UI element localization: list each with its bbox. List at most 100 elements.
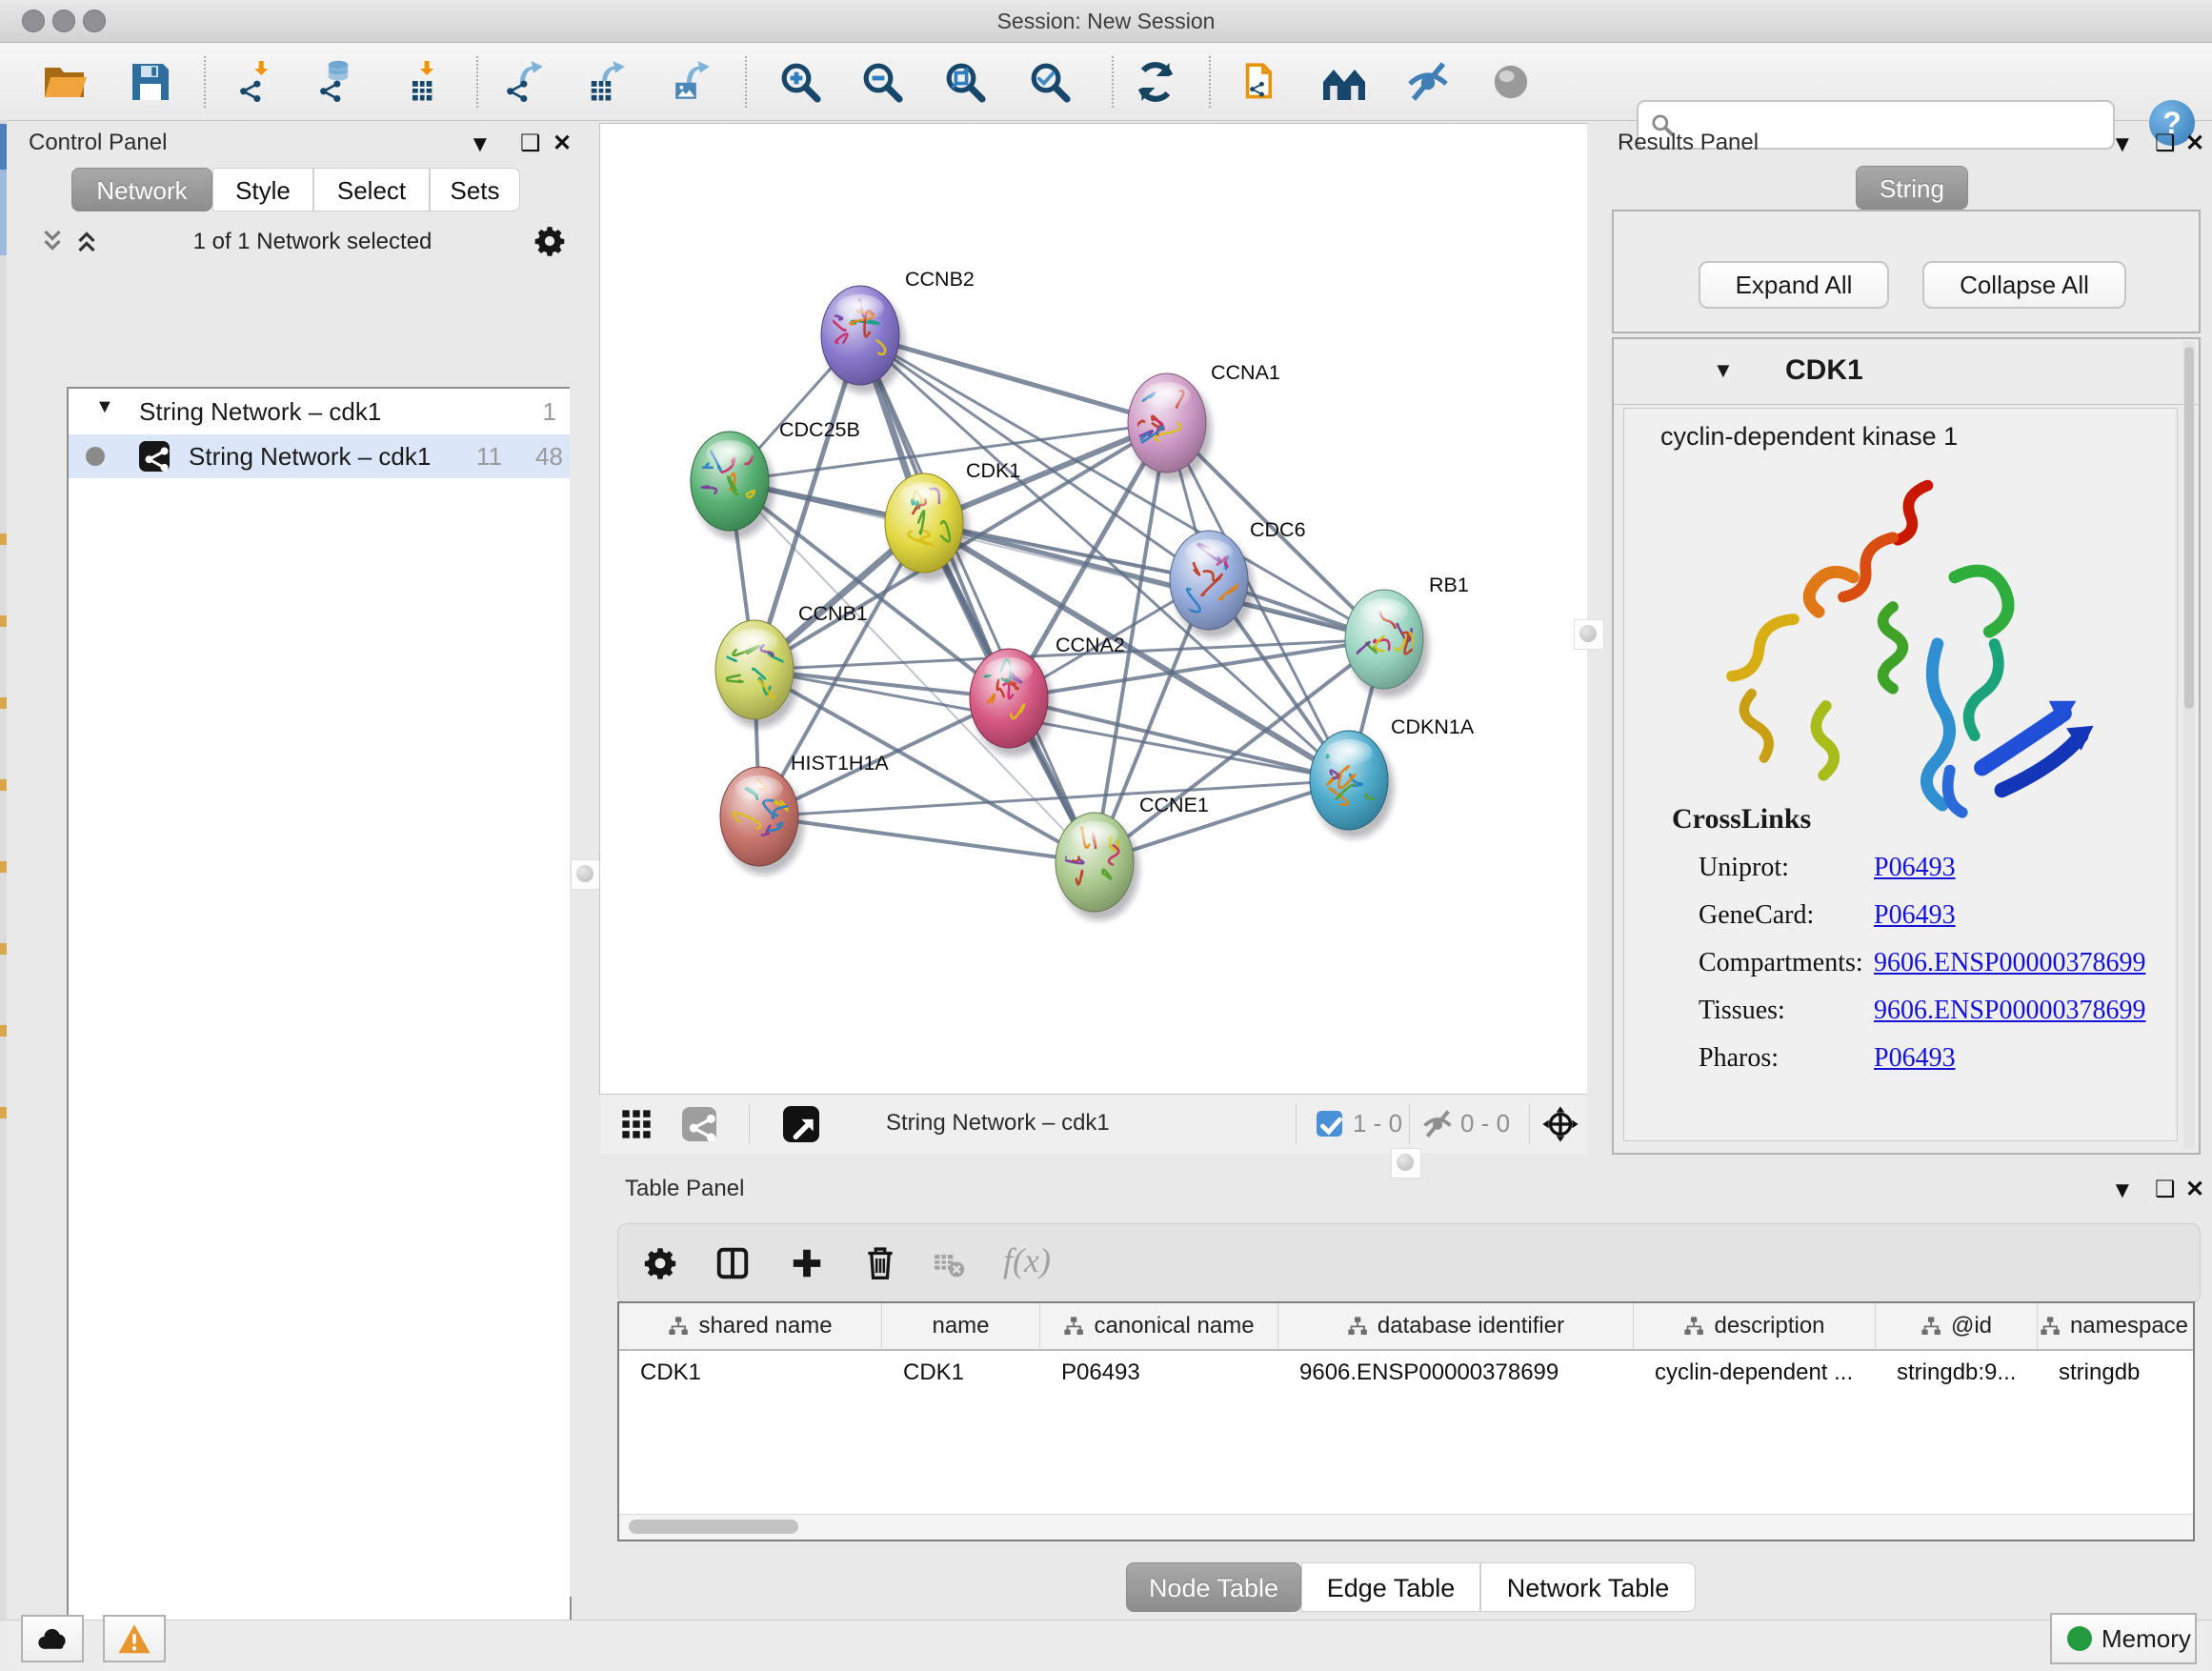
zoom-in-icon[interactable] [777,59,823,105]
collapse-all-button[interactable]: Collapse All [1922,261,2126,309]
memory-button[interactable]: Memory [2050,1613,2197,1664]
network-node-CDKN1A[interactable]: CDKN1A [1310,715,1475,838]
tree-expander-icon[interactable]: ▼ [95,396,114,418]
network-node-CDC25B[interactable]: CDC25B [691,418,860,539]
results-panel-menu-icon[interactable]: ▼ [2111,131,2134,158]
network-node-CCNA2[interactable]: CCNA2 [970,634,1125,756]
network-node-CCNE1[interactable]: CCNE1 [1056,794,1209,920]
cell-shared-name[interactable]: CDK1 [619,1351,882,1395]
export-table-icon[interactable] [584,59,630,105]
results-scrollbar-thumb[interactable] [2184,347,2194,709]
tab-style[interactable]: Style [212,168,313,211]
tab-edge-table[interactable]: Edge Table [1301,1562,1480,1612]
network-node-CDC6[interactable]: CDC6 [1170,518,1306,638]
cell-name[interactable]: CDK1 [882,1351,1040,1395]
import-network-from-database-icon[interactable] [315,59,361,105]
expand-all-networks-icon[interactable] [72,227,101,255]
import-network-from-file-icon[interactable] [235,59,281,105]
results-scrollbar[interactable] [2183,341,2195,1149]
show-all-icon[interactable] [1488,59,1534,105]
selected-checkbox-icon[interactable] [1317,1111,1342,1137]
warnings-button[interactable] [103,1615,166,1662]
column-header-namespace[interactable]: namespace [2038,1303,2190,1349]
export-image-icon[interactable] [669,59,714,105]
cloud-button[interactable] [21,1615,84,1662]
tab-select[interactable]: Select [313,168,430,211]
tab-node-table[interactable]: Node Table [1126,1562,1301,1612]
tab-network[interactable]: Network [71,168,212,211]
current-network-title: String Network – cdk1 [886,1110,1110,1137]
results-panel-close-icon[interactable]: ✕ [2185,130,2204,157]
network-edges [730,335,1384,862]
gene-header-row[interactable]: ▼ CDK1 [1614,339,2199,405]
table-panel-close-icon[interactable]: ✕ [2185,1176,2204,1203]
cell-id[interactable]: stringdb:9... [1876,1351,2038,1395]
network-badge-icon[interactable] [682,1107,716,1141]
delete-column-trash-icon[interactable] [862,1244,898,1280]
new-network-from-selection-icon[interactable] [1236,59,1281,105]
tab-network-table[interactable]: Network Table [1480,1562,1696,1612]
network-node-RB1[interactable]: RB1 [1345,574,1469,697]
tab-string[interactable]: String [1856,166,1968,210]
gene-expander-icon[interactable]: ▼ [1713,358,1734,383]
table-toolbar: f(x) [617,1223,2201,1303]
crosslink-compartments-link[interactable]: 9606.ENSP00000378699 [1874,948,2145,978]
control-panel-menu-icon[interactable]: ▼ [469,131,492,158]
hide-selected-icon[interactable] [1405,59,1451,105]
table-horizontal-scrollbar[interactable] [619,1514,2193,1540]
table-panel-menu-icon[interactable]: ▼ [2111,1178,2134,1204]
column-header-id[interactable]: @id [1876,1303,2038,1349]
network-node-label: CCNE1 [1139,794,1209,816]
open-session-icon[interactable] [42,59,88,105]
crosslink-tissues-link[interactable]: 9606.ENSP00000378699 [1874,996,2145,1026]
hidden-eye-slash-icon[interactable] [1421,1108,1454,1140]
cell-namespace[interactable]: stringdb [2038,1351,2190,1395]
cell-database-identifier[interactable]: 9606.ENSP00000378699 [1278,1351,1634,1395]
table-panel-float-icon[interactable]: ❑ [2155,1176,2176,1203]
network-tree-root-row[interactable]: ▼ String Network – cdk1 1 [69,391,570,434]
control-canvas-splitter[interactable] [570,124,600,1597]
network-panel-options-gear-icon[interactable] [533,225,566,257]
column-header-database-identifier[interactable]: database identifier [1278,1303,1634,1349]
first-neighbors-icon[interactable] [1321,59,1367,105]
cell-canonical-name[interactable]: P06493 [1040,1351,1278,1395]
zoom-selected-icon[interactable] [1027,59,1073,105]
network-canvas[interactable]: CCNB2CCNA1CDC25BCDK1CDC6RB1CCNB1CCNA2CDK… [600,124,1587,1094]
column-header-shared-name[interactable]: shared name [619,1303,882,1349]
network-node-CCNB2[interactable]: CCNB2 [821,268,975,393]
toolbar-divider [1112,56,1114,108]
crosslink-pharos-link[interactable]: P06493 [1874,1043,1956,1074]
crosslink-uniprot-link[interactable]: P06493 [1874,853,1956,883]
table-options-gear-icon[interactable] [643,1246,677,1280]
table-scrollbar-thumb[interactable] [629,1520,798,1534]
column-header-description[interactable]: description [1634,1303,1876,1349]
zoom-out-icon[interactable] [859,59,905,105]
zoom-fit-icon[interactable] [942,59,988,105]
pan-target-icon[interactable] [1541,1105,1579,1143]
crosslink-genecard-link[interactable]: P06493 [1874,900,1956,931]
show-columns-icon[interactable] [715,1246,750,1280]
network-tree-item-row[interactable]: String Network – cdk1 11 48 [69,434,570,478]
tab-sets[interactable]: Sets [430,168,520,211]
column-header-name[interactable]: name [882,1303,1040,1349]
cloud-icon [35,1622,70,1657]
cell-description[interactable]: cyclin-dependent ... [1634,1351,1876,1395]
control-panel-title: Control Panel [29,130,167,156]
main-toolbar: ? [0,43,2212,121]
collapse-all-networks-icon[interactable] [38,227,67,255]
results-panel-float-icon[interactable]: ❑ [2155,130,2176,157]
create-column-plus-icon[interactable] [790,1246,824,1280]
import-table-from-file-icon[interactable] [403,59,449,105]
export-network-icon[interactable] [502,59,548,105]
network-node-CCNA1[interactable]: CCNA1 [1126,361,1280,481]
splitter-handle[interactable] [571,859,601,890]
grid-view-icon[interactable] [621,1109,652,1139]
warning-icon [117,1622,151,1657]
column-header-canonical-name[interactable]: canonical name [1040,1303,1278,1349]
apply-layout-icon[interactable] [1133,59,1178,105]
expand-all-button[interactable]: Expand All [1699,261,1889,309]
birds-eye-view-icon[interactable] [783,1106,819,1142]
save-session-icon[interactable] [128,59,173,105]
control-panel-float-icon[interactable]: ❑ [520,130,541,157]
network-edge-count: 48 [535,442,563,472]
